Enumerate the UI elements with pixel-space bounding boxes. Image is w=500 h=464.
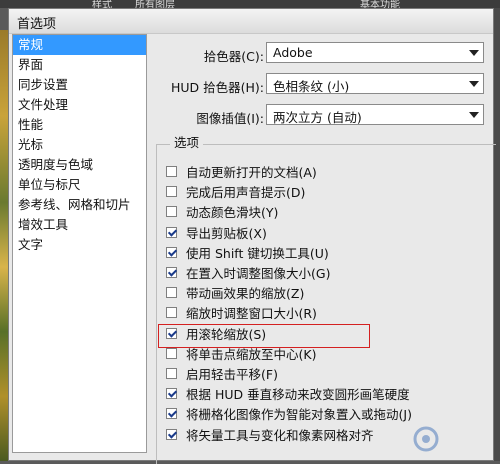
- option-label: 自动更新打开的文档(A): [186, 165, 317, 180]
- checkbox[interactable]: [166, 388, 177, 400]
- sidebar-item-type[interactable]: 文字: [13, 235, 146, 255]
- sidebar-item-performance[interactable]: 性能: [13, 115, 146, 135]
- option-label: 将栅格化图像作为智能对象置入或拖动(J): [186, 407, 412, 423]
- checkbox[interactable]: [166, 267, 177, 278]
- option-label: 缩放时调整窗口大小(R): [186, 306, 317, 322]
- checkbox[interactable]: [166, 428, 177, 440]
- option-label: 动态颜色滑块(Y): [186, 205, 279, 221]
- highlight-box: [158, 324, 370, 348]
- image-interpolation-select[interactable]: 两次立方 (自动): [266, 104, 484, 125]
- checkbox[interactable]: [166, 368, 177, 379]
- dialog-titlebar[interactable]: 首选项: [9, 9, 493, 34]
- sidebar-item-plugins[interactable]: 增效工具: [13, 215, 146, 235]
- sidebar-item-interface[interactable]: 界面: [13, 55, 146, 75]
- option-label: 完成后用声音提示(D): [186, 185, 306, 201]
- option-label: 带动画效果的缩放(Z): [186, 286, 305, 302]
- option-label: 根据 HUD 垂直移动来改变圆形画笔硬度: [186, 387, 410, 403]
- hud-color-picker-value: 色相条纹 (小): [273, 79, 350, 94]
- checkbox[interactable]: [166, 408, 177, 420]
- checkbox[interactable]: [166, 166, 177, 177]
- checkbox[interactable]: [166, 246, 177, 258]
- sidebar-item-transparency-gamut[interactable]: 透明度与色域: [13, 155, 146, 175]
- color-picker-value: Adobe: [273, 45, 313, 60]
- sidebar-item-units-rulers[interactable]: 单位与标尺: [13, 175, 146, 195]
- sidebar-item-sync-settings[interactable]: 同步设置: [13, 75, 146, 95]
- background-menu-strip: 样式 所有图层 基本功能: [0, 0, 500, 11]
- option-label: 使用 Shift 键切换工具(U): [186, 245, 329, 261]
- sidebar-item-cursors[interactable]: 光标: [13, 135, 146, 155]
- option-label: 启用轻击平移(F): [186, 367, 278, 382]
- sidebar-item-general[interactable]: 常规: [13, 35, 146, 55]
- watermark-logo: [413, 426, 439, 452]
- checkbox[interactable]: [166, 226, 177, 238]
- color-picker-label: 拾色器(C):: [203, 49, 264, 64]
- option-label: 将矢量工具与变化和像素网格对齐: [186, 427, 374, 443]
- sidebar-item-file-handling[interactable]: 文件处理: [13, 95, 146, 115]
- options-group-title: 选项: [170, 132, 204, 151]
- chevron-down-icon: [469, 50, 479, 56]
- option-label: 导出剪贴板(X): [186, 225, 267, 241]
- color-picker-select[interactable]: Adobe: [266, 42, 484, 63]
- checkbox[interactable]: [166, 347, 177, 359]
- chevron-down-icon: [469, 81, 479, 87]
- checkbox[interactable]: [166, 186, 177, 198]
- checkbox[interactable]: [166, 206, 177, 218]
- checkbox[interactable]: [166, 287, 177, 299]
- checkbox[interactable]: [166, 307, 177, 319]
- sidebar-item-guides-grid-slices[interactable]: 参考线、网格和切片: [13, 195, 146, 215]
- image-interpolation-label: 图像插值(I):: [196, 111, 264, 126]
- hud-color-picker-select[interactable]: 色相条纹 (小): [266, 73, 484, 94]
- preferences-sidebar[interactable]: 常规 界面 同步设置 文件处理 性能 光标 透明度与色域 单位与标尺 参考线、网…: [12, 34, 147, 453]
- hud-color-picker-label: HUD 拾色器(H):: [170, 80, 264, 95]
- dialog-title: 首选项: [17, 17, 57, 32]
- image-interpolation-value: 两次立方 (自动): [273, 110, 362, 125]
- chevron-down-icon: [469, 112, 479, 118]
- option-label: 在置入时调整图像大小(G): [186, 266, 331, 281]
